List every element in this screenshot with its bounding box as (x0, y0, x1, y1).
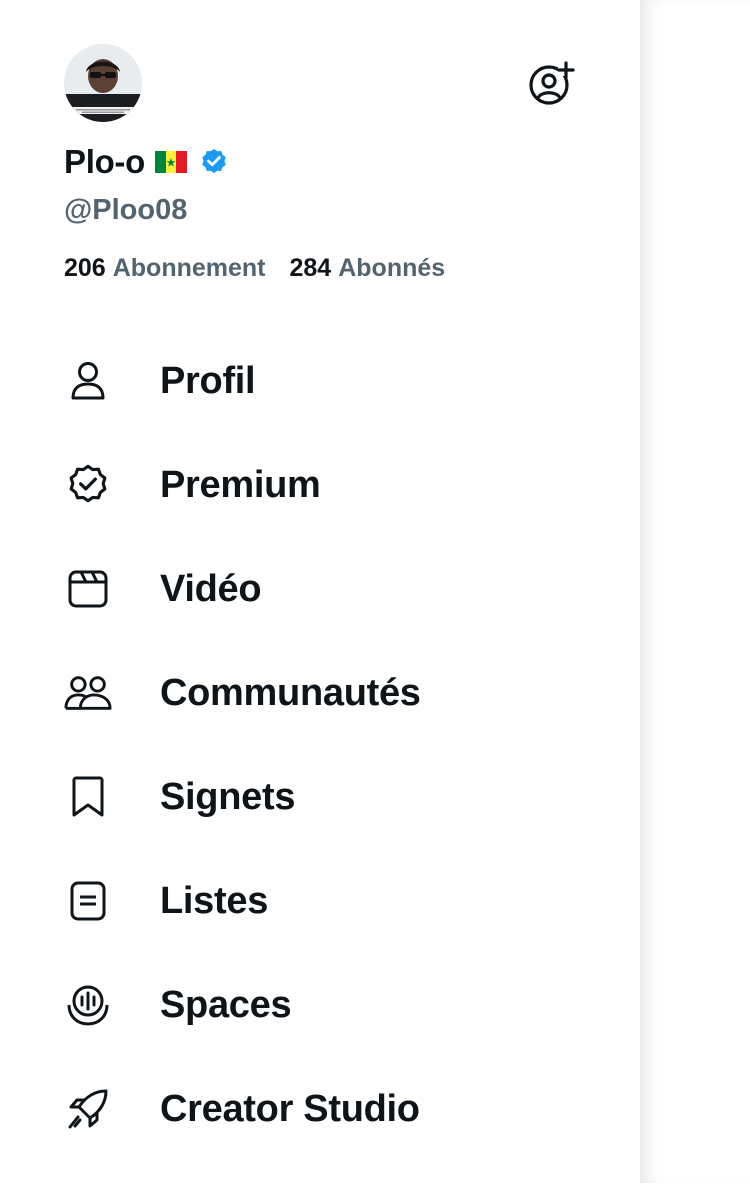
following-stat[interactable]: 206 Abonnement (64, 254, 266, 283)
menu-label-video: Vidéo (160, 567, 262, 610)
display-name: Plo-o (64, 143, 145, 180)
notifications-backdrop (640, 0, 750, 1183)
user-handle: @Ploo08 (64, 194, 188, 226)
menu-item-listes[interactable]: Listes (0, 849, 640, 953)
menu-item-spaces[interactable]: Spaces (0, 953, 640, 1057)
senegal-flag-icon (154, 151, 187, 173)
menu-label-spaces: Spaces (160, 983, 292, 1026)
list-icon (64, 877, 112, 925)
communities-icon (64, 669, 112, 717)
side-drawer: Plo-o @Ploo08 206Abonnement 284Abonnés (0, 0, 640, 1183)
menu-label-communautes: Communautés (160, 671, 421, 714)
person-icon (64, 357, 112, 405)
display-name-row: Plo-o (64, 140, 229, 184)
add-account-icon (529, 61, 575, 105)
menu-item-creator-studio[interactable]: Creator Studio (0, 1057, 640, 1161)
bookmark-icon (64, 773, 112, 821)
followers-label: Abonnés (338, 254, 446, 282)
menu-item-communautes[interactable]: Communautés (0, 641, 640, 745)
profile-avatar[interactable] (64, 44, 142, 122)
drawer-menu: Profil Premium Vidéo Communautés Signets… (0, 329, 640, 1161)
video-icon (64, 565, 112, 613)
spaces-icon (64, 981, 112, 1029)
follow-stats: 206 Abonnement 284 Abonnés (64, 254, 445, 283)
menu-item-profil[interactable]: Profil (0, 329, 640, 433)
following-count: 206 (64, 254, 106, 282)
add-account-button[interactable] (528, 60, 576, 108)
rocket-icon (64, 1085, 112, 1133)
following-label: Abonnement (112, 254, 266, 282)
menu-label-listes: Listes (160, 879, 269, 922)
avatar-image (64, 44, 142, 122)
followers-stat[interactable]: 284 Abonnés (290, 254, 446, 283)
menu-label-signets: Signets (160, 775, 296, 818)
menu-item-premium[interactable]: Premium (0, 433, 640, 537)
menu-label-creator-studio: Creator Studio (160, 1087, 420, 1130)
followers-count: 284 (289, 254, 332, 282)
menu-label-premium: Premium (160, 463, 321, 506)
menu-item-signets[interactable]: Signets (0, 745, 640, 849)
verified-badge-icon (199, 147, 229, 177)
menu-item-video[interactable]: Vidéo (0, 537, 640, 641)
verified-badge-outline-icon (64, 461, 112, 509)
menu-label-profil: Profil (160, 359, 256, 402)
